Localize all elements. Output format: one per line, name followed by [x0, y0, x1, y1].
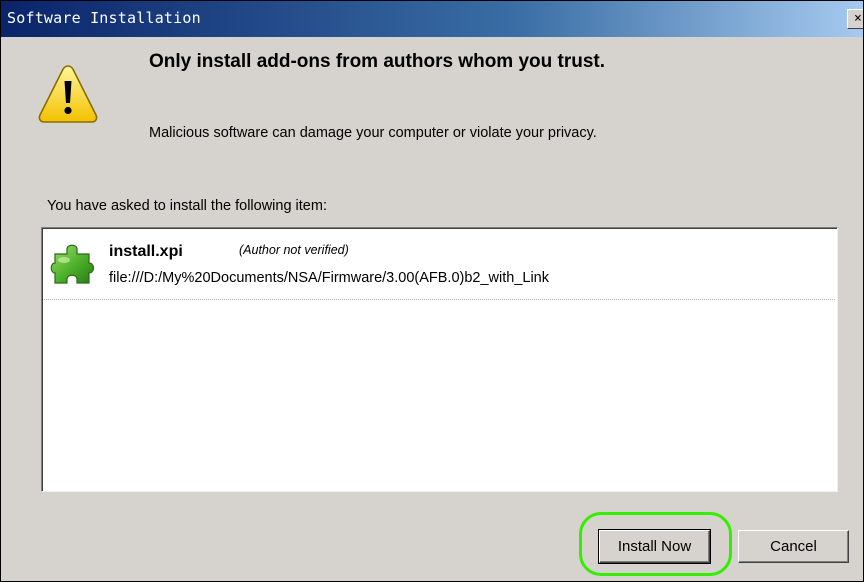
- window-title: Software Installation: [7, 9, 201, 27]
- install-now-button[interactable]: Install Now: [598, 529, 711, 564]
- list-item[interactable]: install.xpi (Author not verified) file:/…: [44, 230, 835, 300]
- title-bar[interactable]: Software Installation ×: [1, 1, 863, 37]
- item-author-note: (Author not verified): [239, 243, 349, 257]
- install-list-label: You have asked to install the following …: [47, 198, 327, 214]
- puzzle-piece-icon: [50, 244, 95, 284]
- cancel-button[interactable]: Cancel: [738, 530, 849, 563]
- close-button[interactable]: ×: [847, 9, 863, 29]
- install-item-list[interactable]: install.xpi (Author not verified) file:/…: [41, 227, 838, 492]
- item-url: file:///D:/My%20Documents/NSA/Firmware/3…: [109, 270, 549, 286]
- item-filename: install.xpi: [109, 243, 183, 260]
- warning-headline: Only install add-ons from authors whom y…: [149, 51, 606, 72]
- close-icon: ×: [854, 11, 862, 26]
- software-installation-dialog: Software Installation × Only install add…: [0, 0, 864, 582]
- warning-icon: [38, 65, 98, 123]
- warning-subtext: Malicious software can damage your compu…: [149, 125, 597, 141]
